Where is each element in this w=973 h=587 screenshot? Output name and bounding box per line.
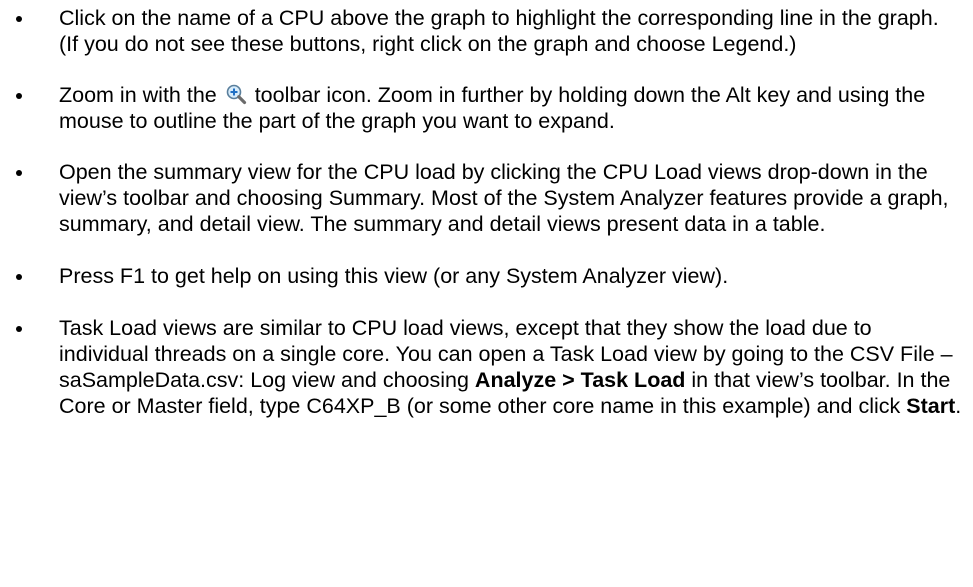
bullet-icon [16, 326, 22, 332]
list-item: Task Load views are similar to CPU load … [0, 315, 973, 419]
list-item-text: Click on the name of a CPU above the gra… [59, 6, 939, 56]
instruction-list: Click on the name of a CPU above the gra… [0, 5, 973, 419]
bullet-icon [16, 170, 22, 176]
list-item-text: Press F1 to get help on using this view … [59, 264, 729, 288]
list-item-text: Zoom in with the toolbar icon. Zoom in f… [59, 83, 926, 133]
bullet-icon [16, 274, 22, 280]
list-item-text: Open the summary view for the CPU load b… [59, 160, 949, 236]
document-page: Click on the name of a CPU above the gra… [0, 0, 973, 587]
start-label: Start [906, 394, 956, 418]
list-item: Press F1 to get help on using this view … [0, 263, 973, 289]
list-item: Zoom in with the toolbar icon. Zoom in f… [0, 82, 973, 134]
bullet-icon [16, 16, 22, 22]
zoom-in-icon [226, 84, 246, 105]
list-item: Open the summary view for the CPU load b… [0, 159, 973, 237]
list-item: Click on the name of a CPU above the gra… [0, 5, 973, 57]
bullet-icon [16, 93, 22, 99]
list-item-text: Task Load views are similar to CPU load … [59, 316, 962, 418]
menu-path-analyze-task-load: Analyze > Task Load [474, 368, 686, 392]
